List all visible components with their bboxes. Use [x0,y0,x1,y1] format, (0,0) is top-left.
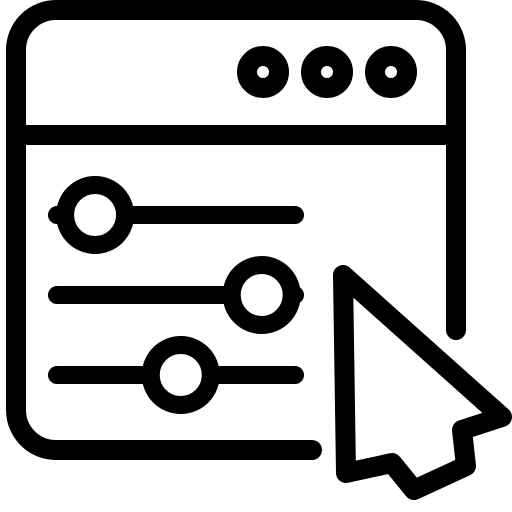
slider-knob [141,336,220,414]
window-dot-icon [237,46,289,98]
window-dot-icon [365,46,417,98]
window-controls [237,46,417,98]
browser-settings-cursor-icon [6,0,512,500]
slider-knob [56,176,135,254]
slider-knob [222,256,301,334]
mouse-cursor-icon [333,265,512,500]
icon-canvas [0,0,512,512]
settings-sliders [48,176,304,414]
window-dot-icon [301,46,353,98]
